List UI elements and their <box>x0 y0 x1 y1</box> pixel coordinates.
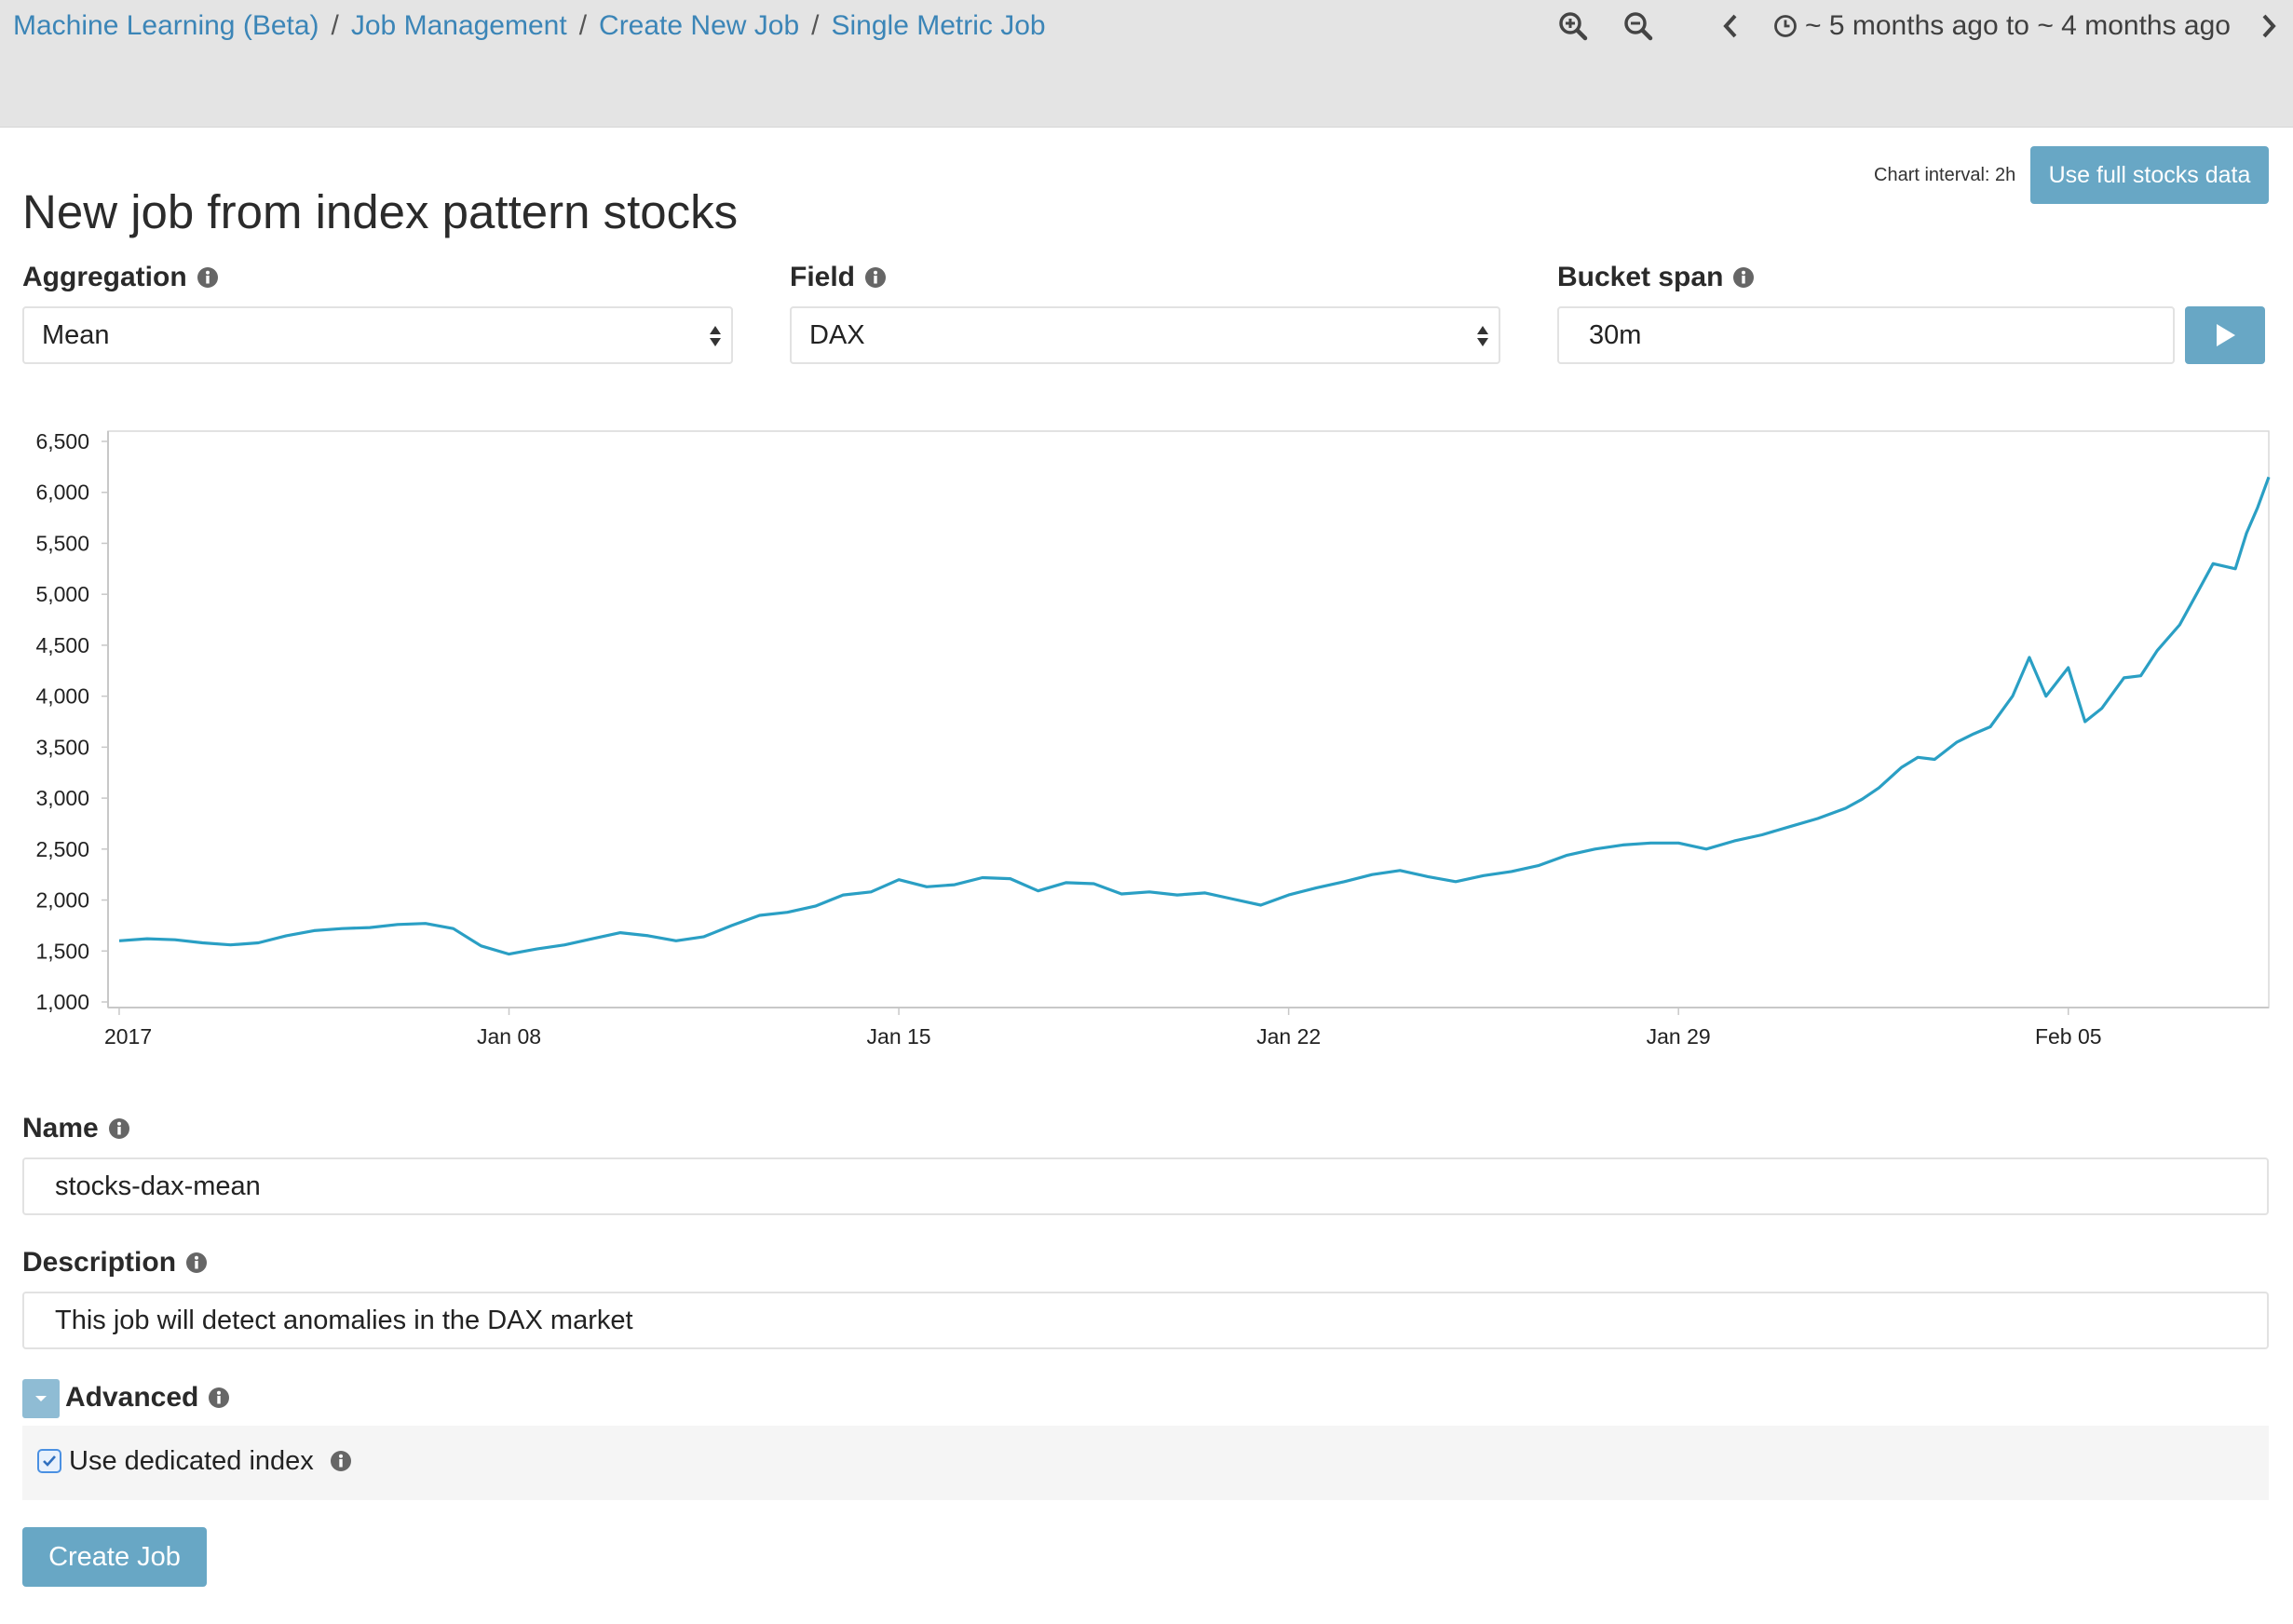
job-description-input[interactable]: This job will detect anomalies in the DA… <box>22 1292 2269 1349</box>
breadcrumb-separator: / <box>811 10 820 41</box>
y-tick-label: 5,000 <box>35 582 89 606</box>
y-tick-label: 4,000 <box>35 684 89 709</box>
x-tick-label: Jan 08 <box>477 1024 541 1049</box>
y-tick-label: 5,500 <box>35 531 89 555</box>
y-tick-label: 6,500 <box>35 429 89 453</box>
play-icon <box>2217 324 2235 346</box>
field-label: Field <box>790 262 856 292</box>
info-icon[interactable] <box>1732 266 1755 289</box>
page-title: New job from index pattern stocks <box>22 185 739 238</box>
dedicated-index-label[interactable]: Use dedicated index <box>69 1442 314 1480</box>
y-tick-label: 1,500 <box>35 939 89 963</box>
y-tick-label: 4,500 <box>35 633 89 657</box>
breadcrumb-separator: / <box>578 10 588 41</box>
info-icon[interactable] <box>864 266 887 289</box>
field-value: DAX <box>809 320 865 350</box>
x-tick-label: Feb 05 <box>2035 1024 2102 1049</box>
aggregation-field-label: Aggregation <box>22 259 219 296</box>
run-bucket-span-button[interactable] <box>2185 306 2265 364</box>
advanced-field-label: Advanced <box>65 1379 230 1416</box>
name-label: Name <box>22 1113 99 1144</box>
metric-chart: 6,500 6,000 5,500 5,000 4,500 4,000 3,500 3,000… <box>35 429 2271 1049</box>
field-select[interactable]: DAX <box>790 306 1500 364</box>
name-field-label: Name <box>22 1110 130 1147</box>
y-tick-label: 2,000 <box>35 888 89 913</box>
description-field-label: Description <box>22 1244 208 1281</box>
x-tick-label: Jan 22 <box>1256 1024 1321 1049</box>
time-range-label: ~ 5 months ago to ~ 4 months ago <box>1805 10 2231 41</box>
zoom-in-icon[interactable] <box>1553 7 1594 45</box>
use-full-data-button[interactable]: Use full stocks data <box>2030 146 2269 204</box>
aggregation-value: Mean <box>42 320 110 350</box>
description-label: Description <box>22 1247 177 1278</box>
breadcrumb: Machine Learning (Beta) / Job Management / C… <box>13 6 1046 47</box>
bucket-span-field-label: Bucket span <box>1557 259 1755 296</box>
caret-down-icon <box>35 1396 47 1401</box>
bucket-span-input[interactable]: 30m <box>1557 306 2175 364</box>
aggregation-label: Aggregation <box>22 262 187 292</box>
checkmark-icon <box>43 1455 56 1467</box>
dax-mean-series-line <box>118 476 2271 956</box>
breadcrumb-create-new-job[interactable]: Create New Job <box>599 10 799 41</box>
info-icon[interactable] <box>197 266 219 289</box>
chart-container: 6,500 6,000 5,500 5,000 4,500 4,000 3,500 3,000… <box>0 410 2293 1062</box>
zoom-out-icon[interactable] <box>1618 7 1659 45</box>
y-tick-label: 3,500 <box>35 735 89 759</box>
x-tick-label: Jan 29 <box>1647 1024 1711 1049</box>
breadcrumb-single-metric-job[interactable]: Single Metric Job <box>831 10 1045 41</box>
select-arrows-icon <box>710 326 721 346</box>
chevron-left-icon[interactable] <box>1710 7 1751 45</box>
top-nav-bar: Machine Learning (Beta) / Job Management / C… <box>0 0 2293 128</box>
create-job-button[interactable]: Create Job <box>22 1527 207 1587</box>
advanced-toggle-button[interactable] <box>22 1379 60 1418</box>
dedicated-index-checkbox[interactable] <box>37 1449 61 1473</box>
bucket-span-label: Bucket span <box>1557 262 1724 292</box>
y-tick-label: 3,000 <box>35 786 89 810</box>
x-tick-label: Jan 15 <box>867 1024 931 1049</box>
clock-icon <box>1774 15 1797 37</box>
job-name-input[interactable]: stocks-dax-mean <box>22 1157 2269 1215</box>
info-icon[interactable] <box>185 1252 208 1274</box>
select-arrows-icon <box>1477 326 1488 346</box>
y-tick-label: 6,000 <box>35 480 89 505</box>
advanced-label: Advanced <box>65 1382 199 1413</box>
x-tick-label: 2017 <box>104 1024 152 1049</box>
advanced-panel: Use dedicated index <box>22 1426 2269 1500</box>
y-tick-label: 1,000 <box>35 990 89 1014</box>
breadcrumb-job-management[interactable]: Job Management <box>351 10 567 41</box>
info-icon[interactable] <box>208 1387 230 1409</box>
aggregation-select[interactable]: Mean <box>22 306 733 364</box>
breadcrumb-separator: / <box>331 10 339 41</box>
chevron-right-icon[interactable] <box>2248 7 2289 45</box>
field-field-label: Field <box>790 259 887 296</box>
breadcrumb-machine-learning[interactable]: Machine Learning (Beta) <box>13 10 319 41</box>
chart-interval-label: Chart interval: 2h <box>1874 165 2016 185</box>
time-range-picker[interactable]: ~ 5 months ago to ~ 4 months ago <box>1773 6 2231 47</box>
chart-plot-frame <box>107 430 2270 1008</box>
info-icon[interactable] <box>330 1450 352 1472</box>
y-tick-label: 2,500 <box>35 837 89 861</box>
info-icon[interactable] <box>108 1117 130 1140</box>
